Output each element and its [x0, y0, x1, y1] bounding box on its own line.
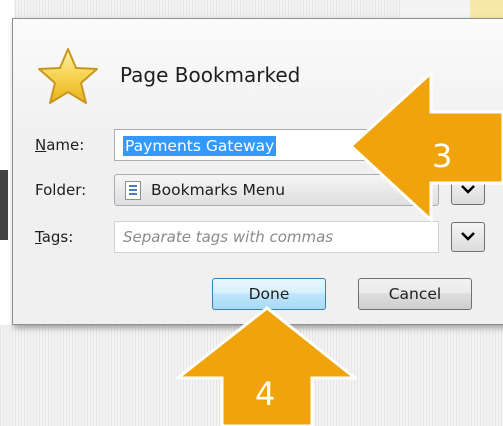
- folder-label: Folder:: [35, 181, 87, 199]
- callout-number-3: 3: [432, 137, 453, 175]
- name-input-value: Payments Gateway: [123, 136, 277, 156]
- callout-number-4: 4: [255, 375, 276, 413]
- bookmarks-menu-icon: [125, 181, 141, 200]
- callout-arrow-3: [348, 70, 503, 224]
- name-label: Name:: [35, 136, 85, 154]
- tags-expand-button[interactable]: [451, 222, 485, 252]
- tags-input[interactable]: Separate tags with commas: [114, 221, 439, 253]
- tags-label: Tags:: [35, 228, 74, 246]
- cancel-button[interactable]: Cancel: [358, 278, 472, 310]
- star-icon: [38, 48, 98, 104]
- chevron-down-icon: [461, 232, 475, 241]
- folder-select-value: Bookmarks Menu: [151, 181, 286, 199]
- dialog-title: Page Bookmarked: [120, 63, 301, 87]
- tags-placeholder: Separate tags with commas: [123, 228, 334, 246]
- background-window-dark-edge: [0, 170, 8, 240]
